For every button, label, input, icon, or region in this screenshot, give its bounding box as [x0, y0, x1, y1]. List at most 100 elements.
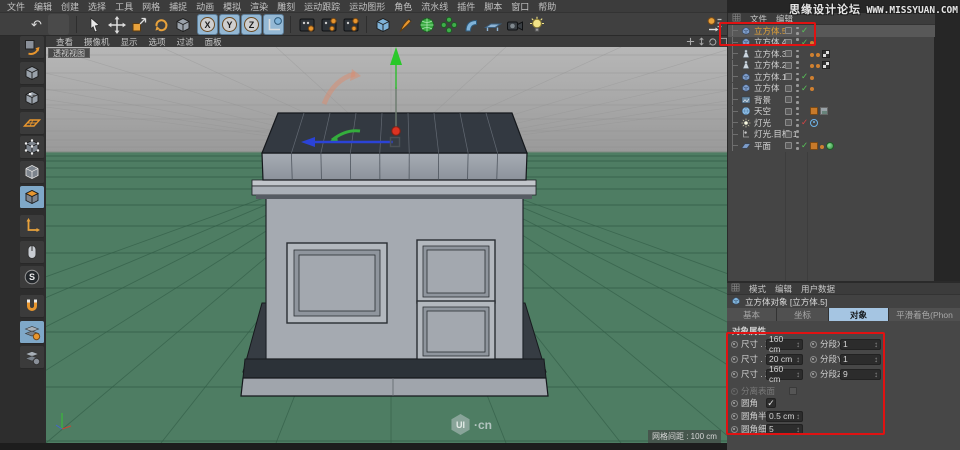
menu-window[interactable]: 窗口: [511, 0, 529, 13]
layers-a-icon[interactable]: [20, 321, 44, 344]
phong-tag[interactable]: [816, 53, 820, 57]
object-row-background[interactable]: 背景: [728, 94, 935, 106]
menu-pipeline[interactable]: 流水线: [421, 0, 448, 13]
seg-z-input[interactable]: 9↕: [840, 369, 881, 380]
render-settings-icon[interactable]: [318, 14, 339, 35]
target-tag[interactable]: [810, 119, 818, 127]
vp-menu-display[interactable]: 显示: [121, 36, 138, 48]
visibility-dots[interactable]: [796, 73, 799, 81]
visibility-dots[interactable]: [796, 119, 799, 127]
object-row-plane[interactable]: 平面 ✓: [728, 140, 935, 152]
phong-tag[interactable]: [810, 41, 814, 45]
snap-s-icon[interactable]: S: [20, 266, 44, 289]
menu-snap[interactable]: 捕捉: [169, 0, 187, 13]
visibility-dots[interactable]: [796, 38, 799, 46]
menu-create[interactable]: 创建: [61, 0, 79, 13]
menu-sculpt[interactable]: 雕刻: [277, 0, 295, 13]
param-circle[interactable]: [731, 413, 738, 420]
enable-check[interactable]: ✓: [801, 25, 808, 36]
stepper-icon[interactable]: ↕: [796, 412, 800, 421]
floor-object-icon[interactable]: [482, 14, 503, 35]
enable-check[interactable]: ✓: [801, 83, 808, 94]
visibility-dots[interactable]: [796, 50, 799, 58]
display-tag[interactable]: [822, 50, 830, 58]
live-selection-icon[interactable]: [84, 14, 105, 35]
rotate-tool-icon[interactable]: [150, 14, 171, 35]
size-y-input[interactable]: 20 cm↕: [766, 354, 803, 365]
param-circle[interactable]: [810, 341, 817, 348]
object-row-sky[interactable]: 天空: [728, 106, 935, 118]
menu-select[interactable]: 选择: [88, 0, 106, 13]
texture-tag[interactable]: [820, 107, 828, 115]
camera-object-icon[interactable]: [504, 14, 525, 35]
menu-tools[interactable]: 工具: [115, 0, 133, 13]
model-mode-icon[interactable]: [20, 62, 44, 85]
viewport-solo-icon[interactable]: [20, 241, 44, 264]
menu-animate[interactable]: 动画: [196, 0, 214, 13]
param-circle[interactable]: [810, 356, 817, 363]
layer-chip[interactable]: [785, 50, 792, 57]
polygons-mode-icon[interactable]: [20, 186, 44, 209]
seg-x-input[interactable]: 1↕: [840, 339, 881, 350]
array-generator-icon[interactable]: [438, 14, 459, 35]
texture-mode-icon[interactable]: [20, 87, 44, 110]
viewport-canvas[interactable]: [46, 47, 727, 443]
param-circle[interactable]: [731, 356, 738, 363]
stepper-icon[interactable]: ↕: [874, 340, 878, 349]
menu-motion-tracker[interactable]: 运动跟踪: [304, 0, 340, 13]
vp-menu-options[interactable]: 选项: [149, 36, 166, 48]
redo-icon[interactable]: [48, 14, 69, 35]
phong-tag[interactable]: [820, 145, 824, 149]
object-row-cube5[interactable]: 立方体.5 ✓: [728, 25, 935, 37]
axis-x-lock-icon[interactable]: X: [197, 14, 218, 35]
visibility-dots[interactable]: [796, 84, 799, 92]
enable-check[interactable]: ✓: [801, 37, 808, 48]
fillet-checkbox[interactable]: ✓: [766, 398, 776, 408]
stepper-icon[interactable]: ↕: [874, 355, 878, 364]
visibility-dots[interactable]: [796, 130, 799, 138]
layer-chip[interactable]: [785, 27, 792, 34]
view-label[interactable]: 透视视图: [48, 48, 90, 58]
menu-mesh[interactable]: 网格: [142, 0, 160, 13]
fillet-subdiv-input[interactable]: 5↕: [766, 424, 803, 435]
axis-y-lock-icon[interactable]: Y: [219, 14, 240, 35]
menu-help[interactable]: 帮助: [538, 0, 556, 13]
vp-menu-filter[interactable]: 过滤: [177, 36, 194, 48]
pan-icon[interactable]: [686, 37, 695, 46]
vp-menu-view[interactable]: 查看: [56, 36, 73, 48]
vp-menu-cameras[interactable]: 摄像机: [84, 36, 110, 48]
size-z-input[interactable]: 160 cm↕: [766, 369, 803, 380]
layer-chip[interactable]: [785, 96, 792, 103]
menu-mograph[interactable]: 运动图形: [349, 0, 385, 13]
menu-character[interactable]: 角色: [394, 0, 412, 13]
phong-tag[interactable]: [816, 64, 820, 68]
layer-chip[interactable]: [785, 85, 792, 92]
object-row-light-target[interactable]: 灯光.目标.1: [728, 129, 935, 141]
visibility-dots[interactable]: [796, 142, 799, 150]
dolly-icon[interactable]: [697, 37, 706, 46]
enable-check[interactable]: ✓: [801, 140, 808, 151]
layer-chip[interactable]: [785, 39, 792, 46]
tab-basic[interactable]: 基本: [727, 308, 777, 321]
rotate-view-icon[interactable]: [708, 37, 717, 46]
axis-mode-icon[interactable]: [20, 215, 44, 238]
render-view-icon[interactable]: [296, 14, 317, 35]
object-row-cube1[interactable]: 立方体.1 ✓: [728, 71, 935, 83]
am-menu-mode[interactable]: 模式: [749, 283, 766, 295]
phong-tag[interactable]: [810, 53, 814, 57]
compositing-tag[interactable]: [810, 107, 818, 115]
render-queue-icon[interactable]: [340, 14, 361, 35]
visibility-dots[interactable]: [796, 96, 799, 104]
stepper-icon[interactable]: ↕: [796, 425, 800, 434]
last-tool-icon[interactable]: [172, 14, 193, 35]
seg-y-input[interactable]: 1↕: [840, 354, 881, 365]
phong-tag[interactable]: [810, 76, 814, 80]
size-x-input[interactable]: 160 cm↕: [766, 339, 803, 350]
object-row-cube[interactable]: 立方体 ✓: [728, 83, 935, 95]
axis-z-lock-icon[interactable]: Z: [241, 14, 262, 35]
layer-chip[interactable]: [785, 119, 792, 126]
visibility-dots[interactable]: [796, 61, 799, 69]
material-tag[interactable]: [826, 142, 834, 150]
visibility-dots[interactable]: [796, 107, 799, 115]
workplane-mode-icon[interactable]: [20, 112, 44, 135]
